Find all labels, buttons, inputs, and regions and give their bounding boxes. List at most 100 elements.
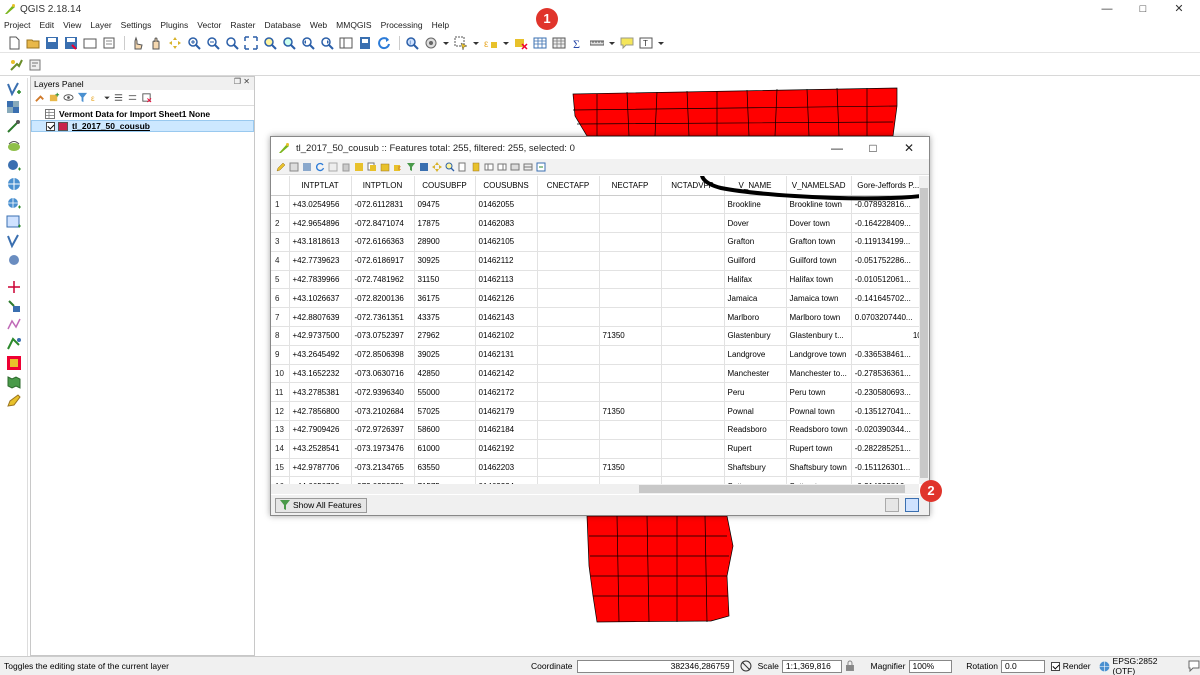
table-row[interactable]: 16+44.6650706-072.03597287157501462224 Su…	[271, 476, 926, 484]
table-row[interactable]: 6 +43.1026637 -072.8200136 36175 01462126 Jam…	[271, 288, 926, 309]
table-cell[interactable]: -073.2102684	[351, 401, 415, 422]
row-number[interactable]: 12	[271, 401, 290, 422]
table-cell[interactable]: -0.051752286...	[851, 251, 926, 271]
table-cell[interactable]	[537, 195, 600, 215]
composer-manager-icon[interactable]	[101, 35, 117, 51]
horizontal-scrollbar-thumb[interactable]	[639, 485, 905, 493]
zoom-layer-icon[interactable]	[281, 35, 297, 51]
menu-vector[interactable]: Vector	[197, 20, 221, 30]
table-cell[interactable]: -0.214993816...	[851, 476, 926, 484]
table-cell[interactable]: 17875	[414, 213, 476, 234]
table-cell[interactable]	[599, 345, 662, 365]
menu-settings[interactable]: Settings	[121, 20, 152, 30]
table-cell[interactable]: -0.010512061...	[851, 270, 926, 290]
table-cell[interactable]	[599, 439, 662, 459]
column-header[interactable]: COUSUBNS	[475, 176, 538, 196]
table-cell[interactable]: 10	[851, 326, 926, 346]
table-cell[interactable]	[661, 401, 725, 422]
table-cell[interactable]: -072.8506398	[351, 345, 415, 365]
text-annotation-icon[interactable]: T	[638, 35, 654, 51]
corner-header[interactable]	[271, 176, 290, 196]
cut-icon[interactable]	[353, 161, 364, 172]
table-cell[interactable]: 01462179	[475, 401, 538, 422]
table-row[interactable]: 10 +43.1652232 -073.0630716 42850 01462142 Ma…	[271, 364, 926, 384]
table-cell[interactable]: -0.230580693...	[851, 382, 926, 403]
table-cell[interactable]	[661, 382, 725, 403]
filter-legend-icon[interactable]	[76, 92, 88, 104]
identify-features-icon[interactable]: i	[404, 35, 420, 51]
table-cell[interactable]: Jamaica town	[786, 288, 852, 309]
row-number[interactable]: 2	[271, 213, 290, 234]
row-number[interactable]: 4	[271, 251, 290, 271]
zoom-full-icon[interactable]	[243, 35, 259, 51]
table-cell[interactable]: 61000	[414, 439, 476, 459]
table-row[interactable]: 12 +42.7856800 -073.2102684 57025 01462179 71…	[271, 401, 926, 422]
new-map-view-icon[interactable]	[338, 35, 354, 51]
menu-plugins[interactable]: Plugins	[160, 20, 188, 30]
table-cell[interactable]: -072.6112831	[351, 195, 415, 215]
row-number[interactable]: 7	[271, 307, 290, 328]
measure-line-icon[interactable]	[589, 35, 605, 51]
table-cell[interactable]: -072.9726397	[351, 420, 415, 440]
table-cell[interactable]: 27962	[414, 326, 476, 346]
messages-icon[interactable]	[1188, 660, 1200, 672]
table-cell[interactable]: -073.2134765	[351, 458, 415, 478]
table-cell[interactable]	[599, 307, 662, 328]
table-cell[interactable]: 55000	[414, 382, 476, 403]
table-cell[interactable]: -0.151126301...	[851, 458, 926, 478]
statistical-summary-icon[interactable]: Σ	[570, 35, 586, 51]
table-cell[interactable]: 01462083	[475, 213, 538, 234]
attribute-table-maximize-button[interactable]: □	[855, 137, 891, 159]
refresh-icon[interactable]	[376, 35, 392, 51]
table-row[interactable]: 11 +43.2785381 -072.9396340 55000 01462172 Pe…	[271, 382, 926, 403]
table-cell[interactable]: Marlboro	[724, 307, 787, 328]
column-header[interactable]: COUSUBFP	[414, 176, 476, 196]
new-field-icon[interactable]	[483, 161, 494, 172]
table-cell[interactable]: +43.2645492	[289, 345, 352, 365]
add-feature-icon[interactable]	[327, 161, 338, 172]
table-cell[interactable]: 31150	[414, 270, 476, 290]
add-spatialite-icon[interactable]	[3, 137, 25, 154]
attribute-table-close-button[interactable]: ✕	[891, 137, 927, 159]
pan-map-icon[interactable]	[148, 35, 164, 51]
add-vector-layer-icon[interactable]	[3, 80, 25, 97]
field-calculator-icon[interactable]	[522, 161, 533, 172]
table-cell[interactable]	[537, 401, 600, 422]
style-manager-icon[interactable]	[34, 92, 46, 104]
attribute-grid[interactable]: INTPTLAT INTPTLON COUSUBFP COUSUBNS CNEC…	[271, 176, 929, 484]
render-checkbox[interactable]	[1050, 661, 1060, 671]
pan-to-selection-icon[interactable]	[167, 35, 183, 51]
add-delimited-text-icon[interactable]	[3, 118, 25, 135]
table-cell[interactable]	[599, 364, 662, 384]
table-cell[interactable]: Shaftsbury	[724, 458, 787, 478]
table-cell[interactable]: 0.0703207440...	[851, 307, 926, 328]
deselect-features-icon[interactable]	[513, 35, 529, 51]
table-row[interactable]: 15 +42.9787706 -073.2134765 63550 01462203 71…	[271, 458, 926, 478]
menu-database[interactable]: Database	[264, 20, 300, 30]
map-tips-icon[interactable]	[619, 35, 635, 51]
table-cell[interactable]: +42.7839966	[289, 270, 352, 290]
table-cell[interactable]: Guilford town	[786, 251, 852, 271]
table-cell[interactable]: +43.2785381	[289, 382, 352, 403]
conditional-format-icon[interactable]	[509, 161, 520, 172]
dropdown-arrow-icon[interactable]	[104, 92, 110, 104]
menu-project[interactable]: Project	[4, 20, 30, 30]
table-cell[interactable]: -072.0359728	[351, 476, 415, 484]
table-cell[interactable]: Rupert	[724, 439, 787, 459]
table-cell[interactable]: -072.7481962	[351, 270, 415, 290]
save-edits-icon[interactable]	[301, 161, 312, 172]
table-cell[interactable]: -073.0752397	[351, 326, 415, 346]
row-number[interactable]: 9	[271, 345, 290, 365]
table-cell[interactable]: Halifax	[724, 270, 787, 290]
new-temporary-layer-icon[interactable]	[3, 335, 25, 352]
multi-edit-icon[interactable]	[288, 161, 299, 172]
table-cell[interactable]	[599, 270, 662, 290]
table-cell[interactable]: -0.141645702...	[851, 288, 926, 309]
maximize-button[interactable]: □	[1126, 0, 1160, 18]
table-cell[interactable]: 01462143	[475, 307, 538, 328]
table-cell[interactable]	[599, 195, 662, 215]
table-cell[interactable]	[537, 326, 600, 346]
zoom-out-icon[interactable]	[205, 35, 221, 51]
table-cell[interactable]	[661, 364, 725, 384]
table-cell[interactable]: 01462102	[475, 326, 538, 346]
